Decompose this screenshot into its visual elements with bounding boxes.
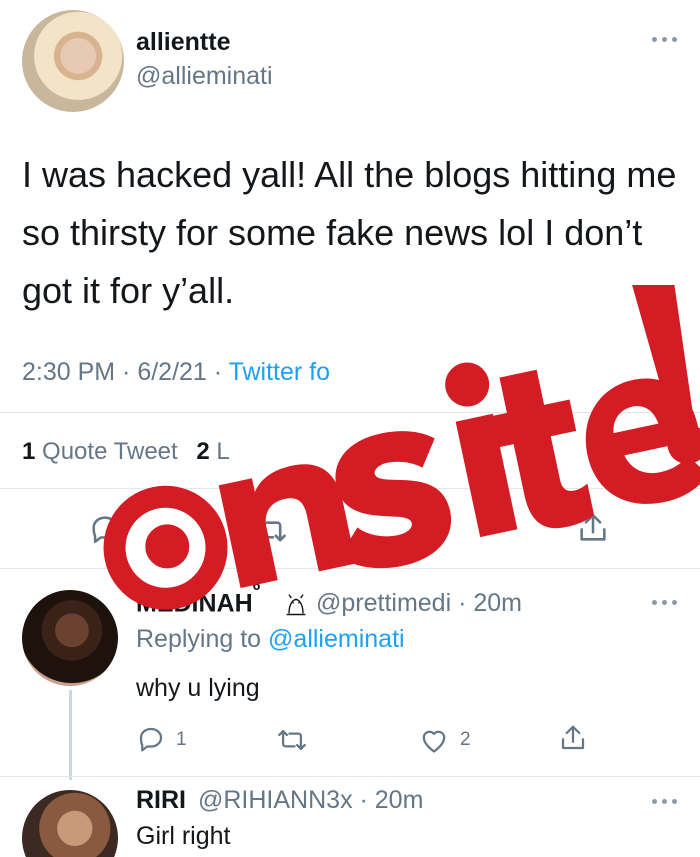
avatar[interactable] <box>22 590 118 686</box>
likes-count: 2 <box>196 438 210 465</box>
more-icon[interactable] <box>652 597 692 607</box>
author-handle[interactable]: @allieminati <box>136 62 273 91</box>
likes-label[interactable]: L <box>216 438 229 465</box>
quote-count: 1 <box>22 438 36 465</box>
tweet-stats[interactable]: 1 Quote Tweet 2 L <box>22 438 230 466</box>
tweet-source-link[interactable]: Twitter fo <box>229 358 330 386</box>
avatar[interactable] <box>22 790 118 857</box>
reply-author-name-text: MEDINAH <box>136 589 253 618</box>
tweet-timestamp: 2:30 PM · 6/2/21 · Twitter fo <box>22 358 330 387</box>
divider <box>0 568 700 569</box>
share-icon[interactable] <box>558 722 588 754</box>
reply-text: why u lying <box>136 674 260 702</box>
thread-line <box>69 690 72 780</box>
avatar[interactable] <box>22 10 124 112</box>
heart-icon[interactable] <box>412 514 448 546</box>
reply-handle-time[interactable]: @RIHIANN3x · 20m <box>198 786 423 815</box>
reply-handle-time[interactable]: @prettimedi · 20m <box>316 589 522 618</box>
quote-label[interactable]: Quote Tweet <box>42 438 178 465</box>
reply-count: 1 <box>176 729 187 750</box>
name-superscript: 6 <box>252 577 261 593</box>
more-icon[interactable] <box>652 796 692 806</box>
divider <box>0 412 700 413</box>
author-name[interactable]: allientte <box>136 28 230 57</box>
like-count: 2 <box>460 729 471 750</box>
retweet-icon[interactable] <box>252 514 288 546</box>
divider <box>0 488 700 489</box>
replying-handle-link[interactable]: @allieminati <box>268 625 405 653</box>
more-icon[interactable] <box>652 34 692 44</box>
owl-icon <box>286 594 306 616</box>
tweet-text: I was hacked yall! All the blogs hitting… <box>22 154 677 311</box>
reply-author-name[interactable]: RIRI <box>136 786 186 815</box>
heart-icon[interactable] <box>418 726 450 754</box>
reply-icon[interactable] <box>88 512 122 546</box>
replying-prefix: Replying to <box>136 625 269 653</box>
reply-text: Girl right <box>136 822 231 850</box>
reply-icon[interactable] <box>136 724 166 754</box>
replying-to: Replying to @allieminati <box>136 625 405 654</box>
reply-author-name[interactable]: MEDINAH6 <box>136 577 260 618</box>
share-icon[interactable] <box>576 510 610 546</box>
retweet-icon[interactable] <box>276 726 308 754</box>
tweet-time-date: 2:30 PM · 6/2/21 · <box>22 358 229 386</box>
divider <box>0 776 700 777</box>
